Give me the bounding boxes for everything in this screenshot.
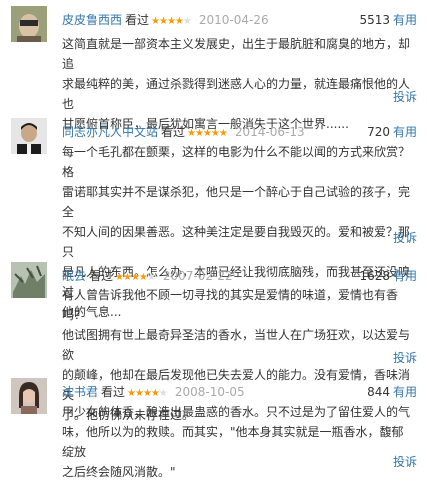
review-line: 这简直就是一部资本主义发展史，出生于最肮脏和腐臭的地方，却追 <box>62 37 411 71</box>
seen-label: 看过 <box>125 13 150 27</box>
review-line: 有人曾告诉我他不顾一切寻找的其实是爱情的味道，爱情也有香吗？ <box>62 288 399 322</box>
avatar-photo-icon <box>11 6 47 42</box>
vote-number: 844 <box>367 385 390 399</box>
report-link[interactable]: 投诉 <box>393 88 417 105</box>
useful-button[interactable]: 有用 <box>393 125 417 139</box>
report-link[interactable]: 投诉 <box>393 453 417 470</box>
username-link[interactable]: 眠去 <box>62 269 86 283</box>
seen-label: 看过 <box>161 125 186 139</box>
vote-number: 720 <box>367 125 390 139</box>
review-line: 求最纯粹的美，通过杀戮得到迷惑人心的力量，就连最痛恨他的人也 <box>62 77 411 111</box>
review-header: 同志亦凡人中文站 看过 ★★★★★ 2014-06-13 720 有用 <box>62 122 417 142</box>
vote-count: 1628 有用 <box>359 266 417 286</box>
review-item: 皮皮鲁西西 看过 ★★★★★ 2010-04-26 5513 有用 这简直就是一部资本主… <box>0 0 427 131</box>
rating-stars: ★★★★★ <box>151 16 192 27</box>
review-date: 2014-06-13 <box>234 125 305 139</box>
review-line: 每一个毛孔都在颤栗，这样的电影为什么不能以闻的方式来欣赏？格 <box>62 145 411 179</box>
seen-label: 看过 <box>89 269 114 283</box>
review-line: 味，他所以为的救赎。而其实，"他本身其实就是一瓶香水，馥郁绽放 <box>62 425 404 459</box>
username-link[interactable]: 沈书君 <box>62 385 98 399</box>
avatar[interactable] <box>11 262 47 298</box>
review-date: 2007-02-22 <box>162 269 233 283</box>
avatar[interactable] <box>11 118 47 154</box>
review-line: 之后终会随风消散。" <box>62 465 176 479</box>
vote-count: 5513 有用 <box>359 10 417 30</box>
review-date: 2008-10-05 <box>174 385 245 399</box>
review-line: 雷诺耶其实并不是谋杀犯，他只是一个醉心于自己试验的孩子，完全 <box>62 185 411 219</box>
report-link[interactable]: 投诉 <box>393 349 417 366</box>
username-link[interactable]: 同志亦凡人中文站 <box>62 125 158 139</box>
seen-label: 看过 <box>101 385 126 399</box>
rating-stars: ★★★★★ <box>187 128 228 139</box>
vote-count: 844 有用 <box>367 382 417 402</box>
review-header: 皮皮鲁西西 看过 ★★★★★ 2010-04-26 5513 有用 <box>62 10 417 30</box>
review-item: 同志亦凡人中文站 看过 ★★★★★ 2014-06-13 720 有用 每一个毛孔都在颤… <box>0 112 427 319</box>
avatar-photo-icon <box>11 118 47 154</box>
review-header: 沈书君 看过 ★★★★★ 2008-10-05 844 有用 <box>62 382 417 402</box>
useful-button[interactable]: 有用 <box>393 13 417 27</box>
report-link[interactable]: 投诉 <box>393 229 417 246</box>
useful-button[interactable]: 有用 <box>393 269 417 283</box>
rating-stars: ★★★★★ <box>127 388 168 399</box>
useful-button[interactable]: 有用 <box>393 385 417 399</box>
review-item: 眠去 看过 ★★★★★ 2007-02-22 1628 有用 有人曾告诉我他不顾一切寻找… <box>0 256 427 422</box>
review-item: 沈书君 看过 ★★★★★ 2008-10-05 844 有用 用少女的体香，酿造出最蛊惑… <box>0 372 427 479</box>
vote-number: 1628 <box>359 269 390 283</box>
avatar[interactable] <box>11 6 47 42</box>
review-text: 用少女的体香，酿造出最蛊惑的香水。只不过是为了留住爱人的气 味，他所以为的救赎。… <box>62 402 414 482</box>
vote-count: 720 有用 <box>367 122 417 142</box>
avatar-photo-icon <box>11 378 47 414</box>
review-line: 他试图拥有世上最奇异圣洁的香水，当世人在广场狂欢，以达爱与欲 <box>62 328 411 362</box>
avatar-photo-icon <box>11 262 47 298</box>
review-header: 眠去 看过 ★★★★★ 2007-02-22 1628 有用 <box>62 266 417 286</box>
avatar[interactable] <box>11 378 47 414</box>
review-line: 用少女的体香，酿造出最蛊惑的香水。只不过是为了留住爱人的气 <box>62 405 411 419</box>
username-link[interactable]: 皮皮鲁西西 <box>62 13 122 27</box>
vote-number: 5513 <box>359 13 390 27</box>
review-date: 2010-04-26 <box>198 13 269 27</box>
